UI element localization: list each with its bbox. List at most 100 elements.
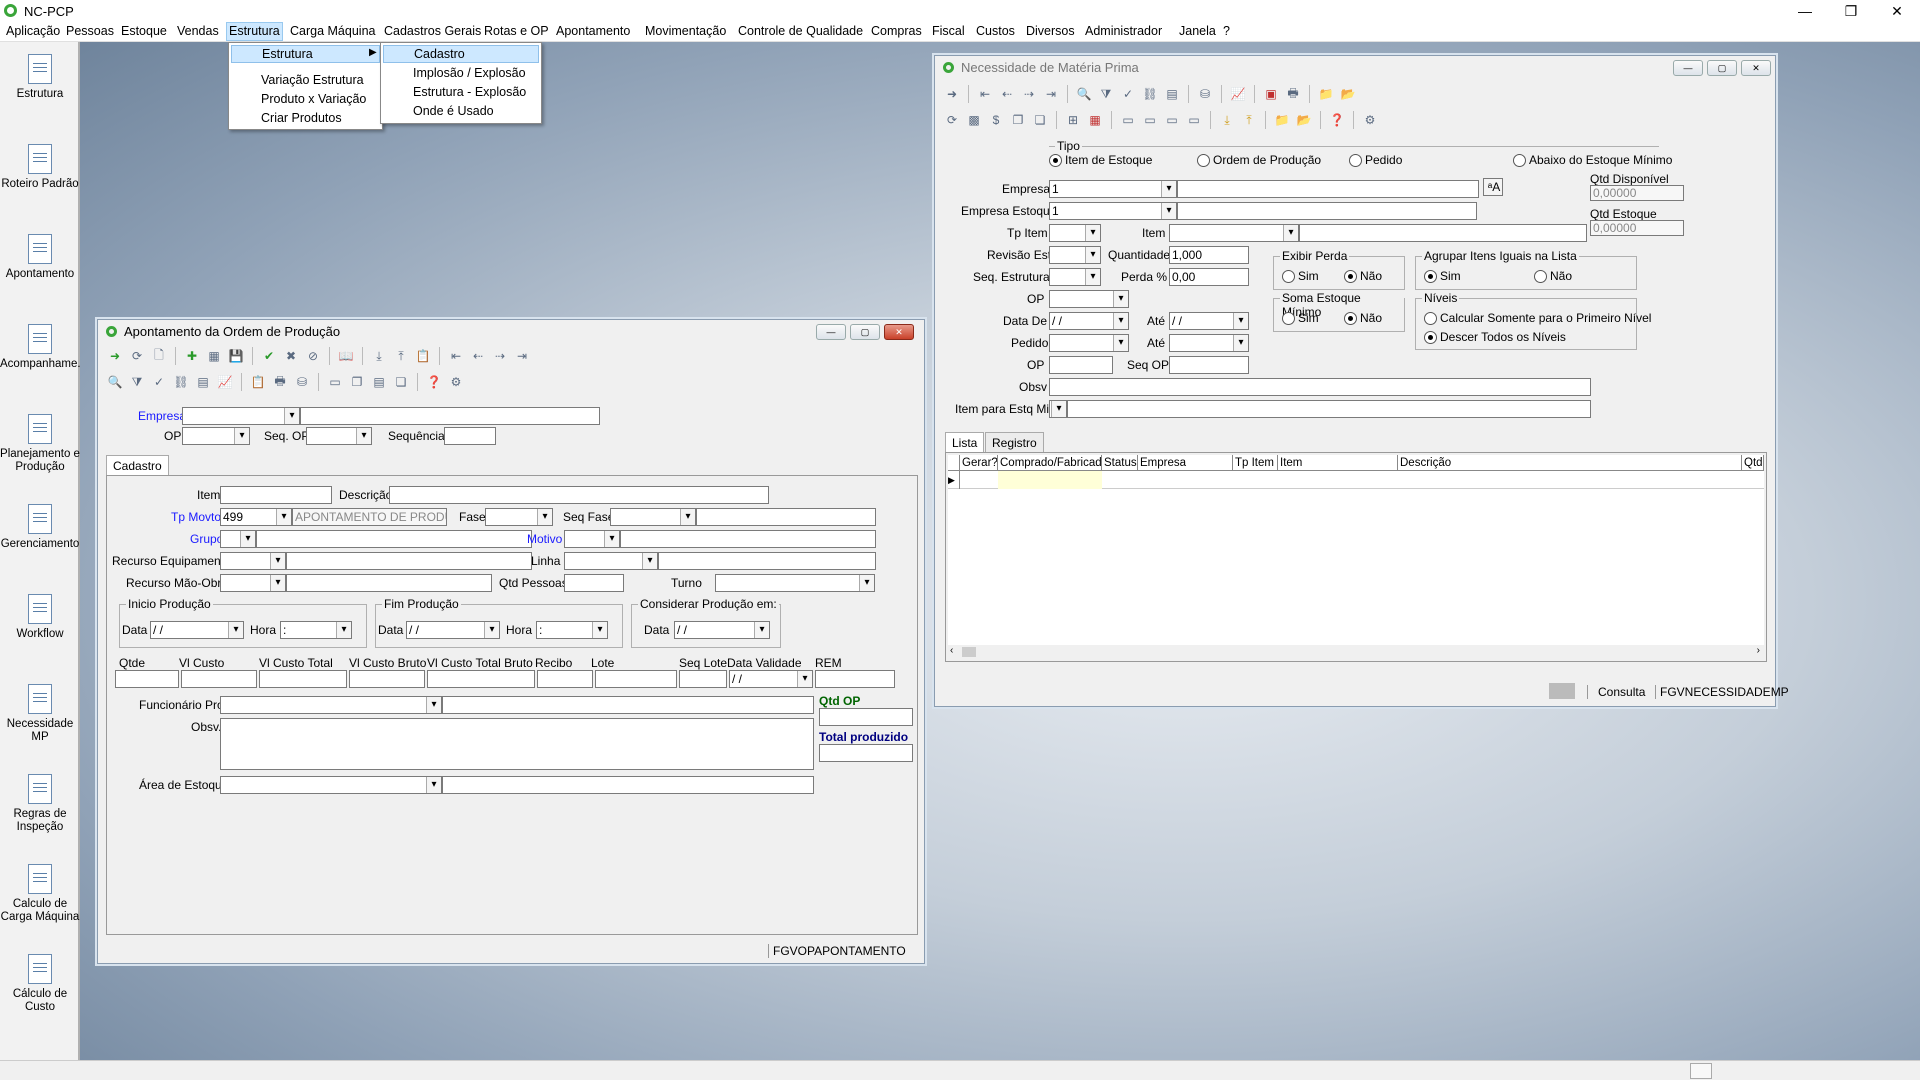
empresa-estoque-combo[interactable]: 1 (1049, 202, 1177, 220)
qtd-op-field[interactable] (819, 708, 913, 726)
vl-custo-total-bruto-field[interactable] (427, 670, 535, 688)
pages-icon[interactable]: ❏ (392, 373, 410, 391)
tab-lista[interactable]: Lista (945, 432, 985, 452)
empresa-combo[interactable]: 1 (1049, 180, 1177, 198)
menu-administrador[interactable]: Administrador (1083, 22, 1164, 41)
shortcut-roteiro-padrao[interactable]: Roteiro Padrão (0, 144, 80, 191)
seq-op-field[interactable] (1169, 356, 1249, 374)
qtd-pessoas-field[interactable] (564, 574, 624, 592)
menu-controle-qualidade[interactable]: Controle de Qualidade (736, 22, 865, 41)
agrupar-nao-radio[interactable]: Não (1534, 269, 1572, 283)
list-icon[interactable]: ▤ (370, 373, 388, 391)
spellcheck-icon[interactable]: ✓ (1119, 85, 1137, 103)
minimize-icon[interactable]: — (1782, 0, 1828, 22)
close-icon[interactable]: ✕ (1874, 0, 1920, 22)
quantidade-field[interactable]: 1,000 (1169, 246, 1249, 264)
agrupar-sim-radio[interactable]: Sim (1424, 269, 1461, 283)
considerar-data-field[interactable]: / / (674, 621, 770, 639)
menu-item-estrutura[interactable]: Estrutura (231, 45, 380, 63)
motivo-combo[interactable] (564, 530, 620, 548)
dollar-icon[interactable]: $ (987, 111, 1005, 129)
col-qtd[interactable]: Qtd.F (1742, 455, 1764, 471)
close-button[interactable]: ✕ (1741, 60, 1771, 76)
forward-icon[interactable]: ➜ (943, 85, 961, 103)
scroll-thumb[interactable] (962, 647, 976, 657)
lote-field[interactable] (595, 670, 677, 688)
fim-hora-field[interactable]: : (536, 621, 608, 639)
tipo-abaixo-estoque-radio[interactable]: Abaixo do Estoque Mínimo (1513, 153, 1672, 167)
menu-compras[interactable]: Compras (869, 22, 924, 41)
op2-field[interactable] (1049, 356, 1113, 374)
pedido-combo[interactable] (1049, 334, 1129, 352)
tipo-ordem-producao-radio[interactable]: Ordem de Produção (1197, 153, 1321, 167)
shortcut-regras-inspecao[interactable]: Regras de Inspeção (0, 774, 80, 834)
tab-registro[interactable]: Registro (985, 432, 1044, 452)
recurso-equipamento-desc[interactable] (286, 552, 532, 570)
tipo-item-estoque-radio[interactable]: Item de Estoque (1049, 153, 1152, 167)
linha-combo[interactable] (564, 552, 658, 570)
recurso-mao-obra-desc[interactable] (286, 574, 492, 592)
motivo-desc-field[interactable] (620, 530, 876, 548)
copy-icon[interactable]: ❐ (1009, 111, 1027, 129)
confirm-icon[interactable]: ✔ (260, 347, 278, 365)
item-estq-min-combo[interactable] (1049, 400, 1067, 418)
menu-diversos[interactable]: Diversos (1024, 22, 1077, 41)
sequencia-field[interactable] (444, 427, 496, 445)
minimize-button[interactable]: — (1673, 60, 1703, 76)
seq-op-combo[interactable] (306, 427, 372, 445)
menu-carga-maquina[interactable]: Carga Máquina (288, 22, 377, 41)
horizontal-scrollbar[interactable]: ‹ › (948, 645, 1764, 659)
forward-icon[interactable]: ➜ (106, 347, 124, 365)
refresh-icon[interactable]: ⟳ (943, 111, 961, 129)
chart-icon[interactable]: 📈 (216, 373, 234, 391)
close-button[interactable]: ✕ (884, 324, 914, 340)
book-icon[interactable]: 📖 (337, 347, 355, 365)
cancel-icon[interactable]: ✖ (282, 347, 300, 365)
doc-a-icon[interactable]: ▭ (1119, 111, 1137, 129)
upload-icon[interactable]: ⤒ (392, 347, 410, 365)
col-status[interactable]: Status (1102, 455, 1138, 471)
col-gerar[interactable]: Gerar? (960, 455, 998, 471)
table-row[interactable]: ▶ (948, 471, 1764, 489)
grid-icon[interactable]: ▦ (205, 347, 223, 365)
seq-fase-desc-field[interactable] (696, 508, 876, 526)
shortcut-estrutura[interactable]: Estrutura (0, 54, 80, 101)
clipboard-icon[interactable]: 📋 (414, 347, 432, 365)
maximize-button[interactable]: ▢ (850, 324, 880, 340)
tp-item-combo[interactable] (1049, 224, 1101, 242)
fase-combo[interactable] (485, 508, 553, 526)
doc-b-icon[interactable]: ▭ (1141, 111, 1159, 129)
seq-fase-combo[interactable] (610, 508, 696, 526)
folder-up-icon[interactable]: 📂 (1339, 85, 1357, 103)
exibir-perda-sim-radio[interactable]: Sim (1282, 269, 1319, 283)
shortcut-apontamento[interactable]: Apontamento (0, 234, 80, 281)
col-comprado-fabricado[interactable]: Comprado/Fabricado (998, 455, 1102, 471)
turno-combo[interactable] (715, 574, 875, 592)
scroll-left-icon[interactable]: ‹ (950, 645, 953, 656)
pdf-icon[interactable]: ▣ (1262, 85, 1280, 103)
revisao-combo[interactable] (1049, 246, 1101, 264)
vl-custo-bruto-field[interactable] (349, 670, 425, 688)
menu-vendas[interactable]: Vendas (175, 22, 221, 41)
menu-item-implosao-explosao[interactable]: Implosão / Explosão (383, 64, 539, 82)
nivel-primeiro-radio[interactable]: Calcular Somente para o Primeiro Nível (1424, 311, 1651, 325)
op-combo[interactable] (1049, 290, 1129, 308)
paste-icon[interactable]: 📋 (249, 373, 267, 391)
table-icon[interactable]: ▤ (194, 373, 212, 391)
prev-icon[interactable]: ⇠ (469, 347, 487, 365)
empresa-name-field[interactable] (1177, 180, 1479, 198)
scroll-right-icon[interactable]: › (1757, 645, 1760, 656)
total-produzido-field[interactable] (819, 744, 913, 762)
recurso-mao-obra-combo[interactable] (220, 574, 286, 592)
print-icon[interactable]: 🖶 (1284, 85, 1302, 103)
rem-field[interactable] (815, 670, 895, 688)
menu-help[interactable]: ? (1221, 22, 1232, 41)
menu-item-criar-produtos[interactable]: Criar Produtos (231, 109, 380, 127)
menu-rotas-op[interactable]: Rotas e OP (482, 22, 551, 41)
blocks-icon[interactable]: ▦ (1086, 111, 1104, 129)
settings-icon[interactable]: ⚙ (1361, 111, 1379, 129)
soma-estoque-nao-radio[interactable]: Não (1344, 311, 1382, 325)
qtde-field[interactable] (115, 670, 179, 688)
last-icon[interactable]: ⇥ (513, 347, 531, 365)
menu-estrutura[interactable]: Estrutura (226, 22, 283, 41)
